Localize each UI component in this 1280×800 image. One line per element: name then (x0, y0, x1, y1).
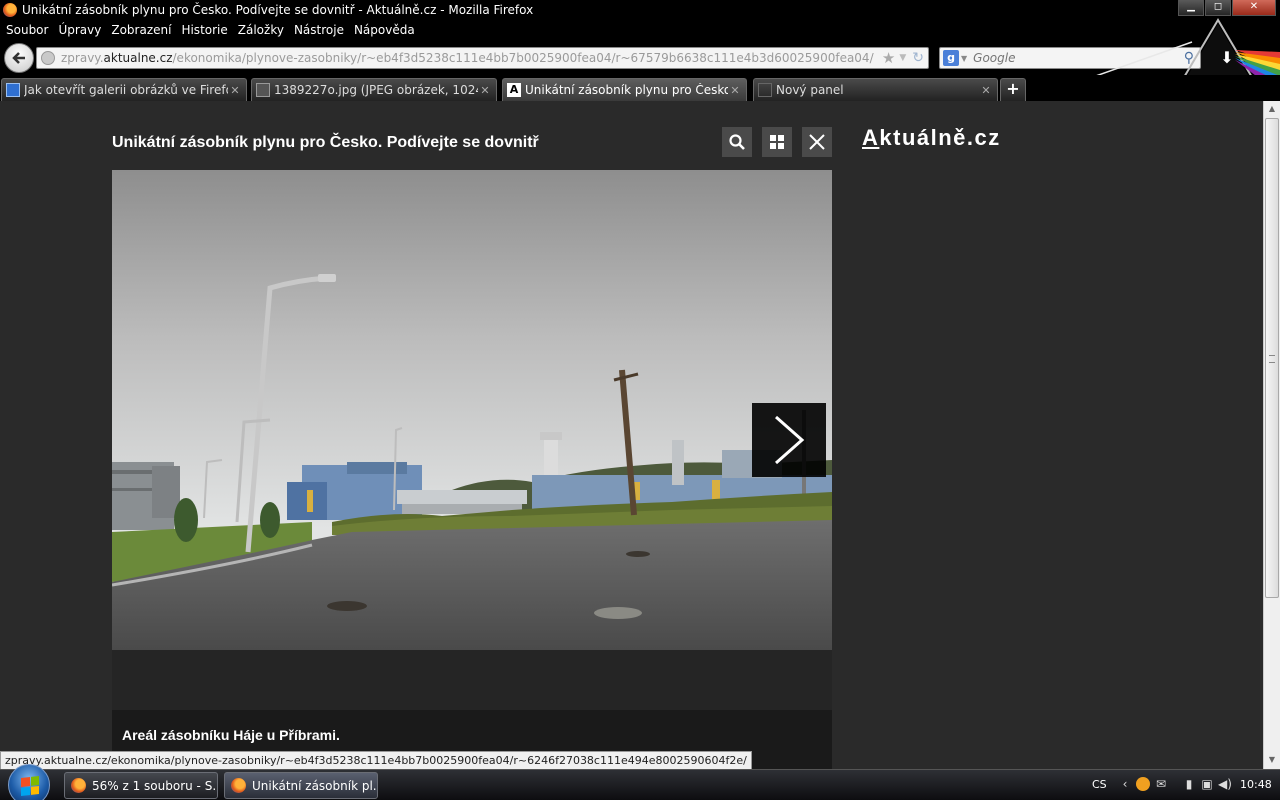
back-arrow-icon (12, 52, 25, 64)
scroll-thumb[interactable] (1265, 118, 1279, 598)
taskbar-button-label: Unikátní zásobník pl... (252, 778, 378, 793)
tab-label: Unikátní zásobník plynu pro Česko. P... (525, 83, 728, 97)
tab-label: Jak otevřít galerii obrázků ve Firefoxu?… (24, 83, 228, 97)
new-tab-button[interactable]: + (1000, 78, 1026, 101)
tab-close-icon[interactable]: ✕ (478, 84, 492, 97)
window-title: Unikátní zásobník plynu pro Česko. Podív… (22, 3, 534, 17)
gallery-photo[interactable] (112, 170, 832, 650)
tab-close-icon[interactable]: ✕ (728, 84, 742, 97)
photo-footer-strip (112, 650, 832, 710)
page-favicon-icon (6, 83, 20, 97)
taskbar-firefox-window[interactable]: Unikátní zásobník pl... (224, 772, 378, 799)
taskbar-button-label: 56% z 1 souboru - S... (92, 778, 218, 793)
start-button[interactable] (8, 764, 50, 800)
engine-dropdown-icon[interactable]: ▼ (961, 54, 967, 63)
tab-new-panel[interactable]: Nový panel ✕ (753, 78, 998, 101)
close-gallery-button[interactable] (802, 127, 832, 157)
tray-expand-icon[interactable]: ‹ (1118, 777, 1132, 791)
url-text[interactable]: zpravy.aktualne.cz/ekonomika/plynove-zas… (61, 51, 882, 65)
search-icon[interactable]: ⚲ (1184, 50, 1194, 66)
firefox-icon (3, 3, 17, 17)
tab-jpeg-image[interactable]: 1389227o.jpg (JPEG obrázek, 1024 × 7... … (251, 78, 497, 101)
aktualne-favicon-icon: A (507, 83, 521, 97)
page-content: Unikátní zásobník plynu pro Česko. Podív… (0, 101, 1263, 770)
menu-zobrazeni[interactable]: Zobrazení (107, 23, 177, 37)
menu-soubor[interactable]: Soubor (2, 23, 54, 37)
zoom-button[interactable] (722, 127, 752, 157)
menu-napoveda[interactable]: Nápověda (350, 23, 421, 37)
tab-label: 1389227o.jpg (JPEG obrázek, 1024 × 7... (274, 83, 478, 97)
gas-storage-photo (112, 170, 832, 650)
search-bar: g ▼ ⚲ (939, 47, 1201, 69)
taskbar-download-window[interactable]: 56% z 1 souboru - S... (64, 772, 218, 799)
grid-view-button[interactable] (762, 127, 792, 157)
url-dropdown-icon[interactable]: ▼ (899, 53, 906, 63)
bookmark-star-icon[interactable]: ★ (882, 49, 895, 67)
windows-taskbar: 56% z 1 souboru - S... Unikátní zásobník… (0, 764, 1280, 800)
navigation-toolbar: zpravy.aktualne.cz/ekonomika/plynove-zas… (0, 40, 1280, 75)
tab-galerie[interactable]: Jak otevřít galerii obrázků ve Firefoxu?… (1, 78, 247, 101)
firefox-icon (71, 778, 86, 793)
blank-favicon-icon (758, 83, 772, 97)
status-link-preview: zpravy.aktualne.cz/ekonomika/plynove-zas… (0, 751, 752, 770)
gallery-title: Unikátní zásobník plynu pro Česko. Podív… (112, 134, 539, 151)
scroll-down-icon[interactable]: ▼ (1264, 752, 1280, 768)
url-bar[interactable]: zpravy.aktualne.cz/ekonomika/plynove-zas… (36, 47, 929, 69)
device-icon[interactable]: ▮ (1182, 777, 1196, 791)
language-indicator[interactable]: CS (1092, 778, 1107, 791)
chevron-right-icon (775, 415, 805, 465)
tab-close-icon[interactable]: ✕ (228, 84, 242, 97)
scroll-grip-icon (1269, 355, 1275, 363)
photo-caption: Areál zásobníku Háje u Příbrami. (122, 727, 340, 743)
tab-aktualne[interactable]: A Unikátní zásobník plynu pro Česko. P..… (502, 78, 747, 101)
windows-logo-icon (21, 776, 39, 796)
firefox-icon (231, 778, 246, 793)
menu-nastroje[interactable]: Nástroje (290, 23, 350, 37)
mail-icon[interactable]: ✉ (1154, 777, 1168, 791)
network-icon[interactable]: ▣ (1200, 777, 1214, 791)
close-window-button[interactable]: ✕ (1232, 0, 1276, 16)
minimize-button[interactable]: ▁ (1178, 0, 1204, 16)
site-identity-icon[interactable] (41, 51, 55, 65)
google-engine-icon[interactable]: g (943, 50, 959, 66)
scroll-up-icon[interactable]: ▲ (1264, 101, 1280, 117)
search-input[interactable] (973, 51, 1184, 65)
tab-close-icon[interactable]: ✕ (979, 84, 993, 97)
home-icon[interactable]: ⌂ (1253, 47, 1273, 66)
image-favicon-icon (256, 83, 270, 97)
window-titlebar: Unikátní zásobník plynu pro Česko. Podív… (0, 0, 1280, 20)
menu-zalozky[interactable]: Záložky (234, 23, 290, 37)
back-button[interactable] (4, 43, 34, 73)
menu-upravy[interactable]: Úpravy (54, 23, 107, 37)
tab-label: Nový panel (776, 83, 844, 97)
maximize-button[interactable]: ◻ (1205, 0, 1231, 16)
aktualne-logo[interactable]: Aktuálně.cz (862, 125, 1001, 151)
volume-icon[interactable]: ◀) (1218, 777, 1232, 791)
download-icon[interactable]: ⬇ (1217, 48, 1237, 67)
tab-strip: Jak otevřít galerii obrázků ve Firefoxu?… (0, 75, 1280, 101)
window-controls: ▁ ◻ ✕ (1177, 0, 1276, 16)
next-photo-button[interactable] (752, 403, 826, 477)
close-icon (809, 134, 825, 150)
search-icon (729, 134, 745, 150)
menu-historie[interactable]: Historie (177, 23, 233, 37)
menubar: Soubor Úpravy Zobrazení Historie Záložky… (0, 20, 1280, 40)
grid-icon (770, 135, 784, 149)
clock[interactable]: 10:48 (1240, 778, 1272, 791)
reload-icon[interactable]: ↻ (912, 50, 924, 66)
tray-app-icon[interactable] (1136, 777, 1150, 791)
vertical-scrollbar[interactable]: ▲ ▼ (1263, 101, 1280, 769)
